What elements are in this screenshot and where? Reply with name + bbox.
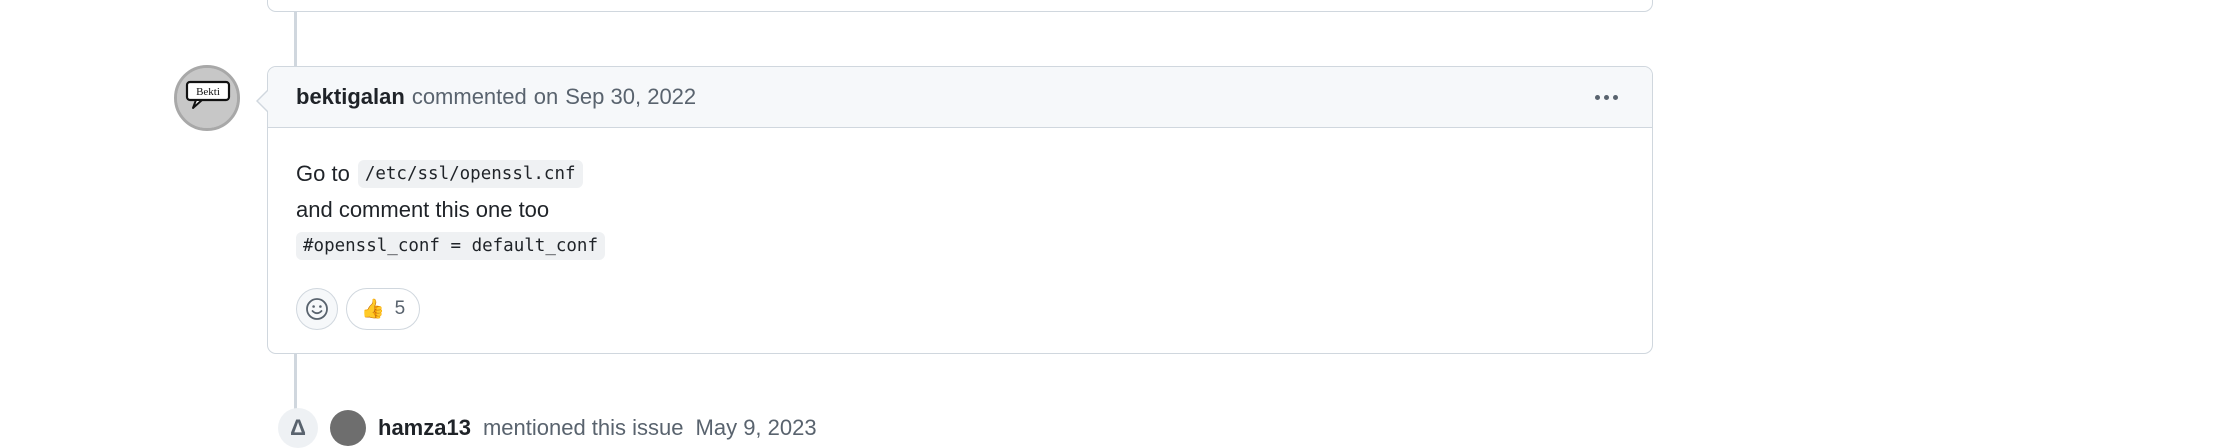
avatar-speech-bubble-icon: Bekti (177, 68, 237, 128)
thumbs-up-icon: 👍 (361, 299, 385, 320)
comment-action: commented (411, 84, 527, 109)
comment-author-link[interactable]: bektigalan (296, 84, 405, 110)
mention-icon: Δ (278, 408, 318, 448)
comment-preposition: on (533, 84, 559, 109)
avatar[interactable]: Bekti (174, 65, 240, 131)
kebab-horizontal-icon[interactable] (1588, 82, 1624, 112)
comment-text: Go to (296, 161, 350, 186)
comment-pointer (256, 89, 269, 113)
previous-comment-card (267, 0, 1653, 12)
reactions-bar: 👍 5 (268, 264, 1652, 330)
inline-code: /etc/ssl/openssl.cnf (357, 160, 583, 188)
smiley-icon (306, 298, 328, 320)
kebab-dot (1612, 94, 1618, 100)
comment-body: Go to /etc/ssl/openssl.cnf and comment t… (268, 128, 1652, 264)
add-reaction-button[interactable] (296, 288, 338, 330)
comment-line-3: #openssl_conf = default_conf (296, 228, 1624, 264)
event-author-link[interactable]: hamza13 (378, 415, 471, 441)
kebab-dot (1603, 94, 1609, 100)
comment-text: and comment this one too (296, 197, 550, 222)
event-avatar[interactable] (330, 410, 366, 446)
reaction-count: 5 (394, 298, 406, 319)
event-date[interactable]: May 9, 2023 (696, 415, 817, 441)
comment-card: bektigalan commented on Sep 30, 2022 Go … (256, 66, 1653, 354)
comment-header: bektigalan commented on Sep 30, 2022 (268, 67, 1652, 128)
comment-line-1: Go to /etc/ssl/openssl.cnf (296, 156, 1624, 192)
timeline-event: Δ hamza13 mentioned this issue May 9, 20… (278, 408, 817, 448)
reaction-thumbs-up-button[interactable]: 👍 5 (346, 288, 421, 330)
inline-code: #openssl_conf = default_conf (296, 232, 606, 260)
kebab-dot (1594, 94, 1600, 100)
comment-line-2: and comment this one too (296, 192, 1624, 228)
avatar-text: Bekti (196, 86, 220, 98)
comment-date-link[interactable]: Sep 30, 2022 (565, 84, 696, 110)
event-text: mentioned this issue (482, 415, 684, 440)
